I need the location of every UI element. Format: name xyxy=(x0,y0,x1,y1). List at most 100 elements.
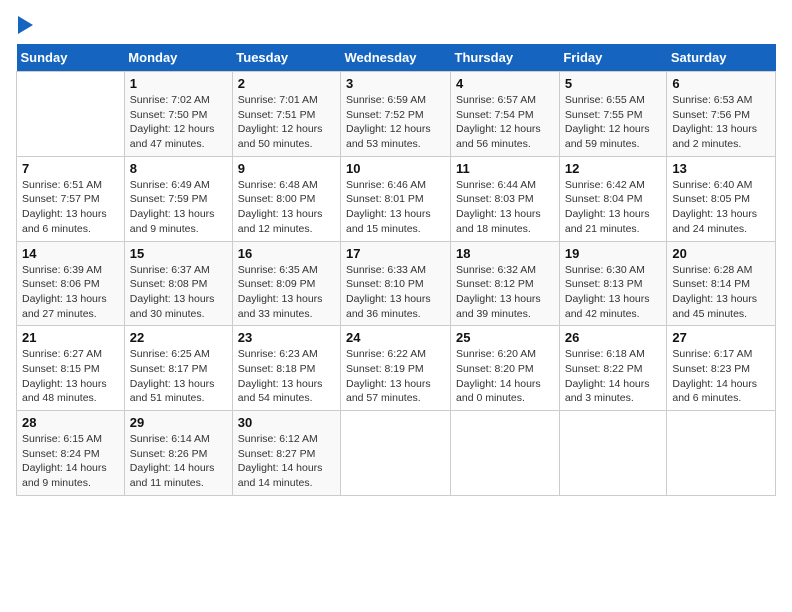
day-number: 24 xyxy=(346,330,445,345)
calendar-cell: 17 Sunrise: 6:33 AM Sunset: 8:10 PM Dayli… xyxy=(341,241,451,326)
day-info: Sunrise: 6:18 AM Sunset: 8:22 PM Dayligh… xyxy=(565,347,662,406)
calendar-week-row: 7Sunrise: 6:51 AM Sunset: 7:57 PM Daylig… xyxy=(17,156,776,241)
calendar-cell: 12 Sunrise: 6:42 AM Sunset: 8:04 PM Dayli… xyxy=(559,156,667,241)
day-info: Sunrise: 6:40 AM Sunset: 8:05 PM Dayligh… xyxy=(672,178,770,237)
calendar-cell: 25 Sunrise: 6:20 AM Sunset: 8:20 PM Dayli… xyxy=(451,326,560,411)
day-number: 27 xyxy=(672,330,770,345)
calendar-cell: 29 Sunrise: 6:14 AM Sunset: 8:26 PM Dayli… xyxy=(124,411,232,496)
calendar-cell: 9 Sunrise: 6:48 AM Sunset: 8:00 PM Daylig… xyxy=(232,156,340,241)
day-number: 28 xyxy=(22,415,119,430)
day-info: Sunrise: 6:28 AM Sunset: 8:14 PM Dayligh… xyxy=(672,263,770,322)
calendar-cell xyxy=(17,72,125,157)
day-info: Sunrise: 6:25 AM Sunset: 8:17 PM Dayligh… xyxy=(130,347,227,406)
calendar-week-row: 21Sunrise: 6:27 AM Sunset: 8:15 PM Dayli… xyxy=(17,326,776,411)
day-number: 19 xyxy=(565,246,662,261)
day-info: Sunrise: 6:39 AM Sunset: 8:06 PM Dayligh… xyxy=(22,263,119,322)
day-number: 6 xyxy=(672,76,770,91)
day-info: Sunrise: 7:01 AM Sunset: 7:51 PM Dayligh… xyxy=(238,93,335,152)
day-number: 13 xyxy=(672,161,770,176)
calendar-cell: 26Sunrise: 6:18 AM Sunset: 8:22 PM Dayli… xyxy=(559,326,667,411)
calendar-cell: 6 Sunrise: 6:53 AM Sunset: 7:56 PM Daylig… xyxy=(667,72,776,157)
calendar-cell: 4 Sunrise: 6:57 AM Sunset: 7:54 PM Daylig… xyxy=(451,72,560,157)
logo-arrow-icon xyxy=(18,16,33,34)
day-info: Sunrise: 6:37 AM Sunset: 8:08 PM Dayligh… xyxy=(130,263,227,322)
calendar-cell: 16 Sunrise: 6:35 AM Sunset: 8:09 PM Dayli… xyxy=(232,241,340,326)
calendar-cell xyxy=(667,411,776,496)
day-number: 9 xyxy=(238,161,335,176)
calendar-cell: 27 Sunrise: 6:17 AM Sunset: 8:23 PM Dayli… xyxy=(667,326,776,411)
calendar-cell: 20 Sunrise: 6:28 AM Sunset: 8:14 PM Dayli… xyxy=(667,241,776,326)
day-info: Sunrise: 6:23 AM Sunset: 8:18 PM Dayligh… xyxy=(238,347,335,406)
calendar-cell: 13 Sunrise: 6:40 AM Sunset: 8:05 PM Dayli… xyxy=(667,156,776,241)
day-number: 14 xyxy=(22,246,119,261)
day-info: Sunrise: 6:55 AM Sunset: 7:55 PM Dayligh… xyxy=(565,93,662,152)
day-info: Sunrise: 6:30 AM Sunset: 8:13 PM Dayligh… xyxy=(565,263,662,322)
day-number: 22 xyxy=(130,330,227,345)
calendar-cell xyxy=(341,411,451,496)
day-info: Sunrise: 6:49 AM Sunset: 7:59 PM Dayligh… xyxy=(130,178,227,237)
day-info: Sunrise: 7:02 AM Sunset: 7:50 PM Dayligh… xyxy=(130,93,227,152)
day-info: Sunrise: 6:17 AM Sunset: 8:23 PM Dayligh… xyxy=(672,347,770,406)
calendar-cell: 21Sunrise: 6:27 AM Sunset: 8:15 PM Dayli… xyxy=(17,326,125,411)
calendar-cell: 22 Sunrise: 6:25 AM Sunset: 8:17 PM Dayli… xyxy=(124,326,232,411)
day-number: 16 xyxy=(238,246,335,261)
day-info: Sunrise: 6:33 AM Sunset: 8:10 PM Dayligh… xyxy=(346,263,445,322)
day-info: Sunrise: 6:44 AM Sunset: 8:03 PM Dayligh… xyxy=(456,178,554,237)
calendar-table: SundayMondayTuesdayWednesdayThursdayFrid… xyxy=(16,44,776,496)
calendar-week-row: 1 Sunrise: 7:02 AM Sunset: 7:50 PM Daylig… xyxy=(17,72,776,157)
day-info: Sunrise: 6:12 AM Sunset: 8:27 PM Dayligh… xyxy=(238,432,335,491)
calendar-week-row: 28Sunrise: 6:15 AM Sunset: 8:24 PM Dayli… xyxy=(17,411,776,496)
calendar-cell: 3 Sunrise: 6:59 AM Sunset: 7:52 PM Daylig… xyxy=(341,72,451,157)
calendar-cell: 10 Sunrise: 6:46 AM Sunset: 8:01 PM Dayli… xyxy=(341,156,451,241)
day-number: 17 xyxy=(346,246,445,261)
day-number: 29 xyxy=(130,415,227,430)
day-info: Sunrise: 6:32 AM Sunset: 8:12 PM Dayligh… xyxy=(456,263,554,322)
calendar-cell: 5 Sunrise: 6:55 AM Sunset: 7:55 PM Daylig… xyxy=(559,72,667,157)
day-number: 30 xyxy=(238,415,335,430)
calendar-cell: 11 Sunrise: 6:44 AM Sunset: 8:03 PM Dayli… xyxy=(451,156,560,241)
day-info: Sunrise: 6:20 AM Sunset: 8:20 PM Dayligh… xyxy=(456,347,554,406)
weekday-header-tuesday: Tuesday xyxy=(232,44,340,72)
calendar-cell: 18 Sunrise: 6:32 AM Sunset: 8:12 PM Dayli… xyxy=(451,241,560,326)
day-info: Sunrise: 6:57 AM Sunset: 7:54 PM Dayligh… xyxy=(456,93,554,152)
day-number: 1 xyxy=(130,76,227,91)
calendar-week-row: 14 Sunrise: 6:39 AM Sunset: 8:06 PM Dayli… xyxy=(17,241,776,326)
day-info: Sunrise: 6:46 AM Sunset: 8:01 PM Dayligh… xyxy=(346,178,445,237)
day-number: 11 xyxy=(456,161,554,176)
day-number: 4 xyxy=(456,76,554,91)
day-number: 5 xyxy=(565,76,662,91)
day-number: 3 xyxy=(346,76,445,91)
day-info: Sunrise: 6:48 AM Sunset: 8:00 PM Dayligh… xyxy=(238,178,335,237)
day-number: 10 xyxy=(346,161,445,176)
day-info: Sunrise: 6:53 AM Sunset: 7:56 PM Dayligh… xyxy=(672,93,770,152)
weekday-header-sunday: Sunday xyxy=(17,44,125,72)
day-number: 18 xyxy=(456,246,554,261)
weekday-header-saturday: Saturday xyxy=(667,44,776,72)
day-number: 21 xyxy=(22,330,119,345)
weekday-header-wednesday: Wednesday xyxy=(341,44,451,72)
weekday-header-monday: Monday xyxy=(124,44,232,72)
calendar-cell xyxy=(451,411,560,496)
weekday-header-thursday: Thursday xyxy=(451,44,560,72)
weekday-header-friday: Friday xyxy=(559,44,667,72)
calendar-cell: 2 Sunrise: 7:01 AM Sunset: 7:51 PM Daylig… xyxy=(232,72,340,157)
day-number: 23 xyxy=(238,330,335,345)
day-info: Sunrise: 6:14 AM Sunset: 8:26 PM Dayligh… xyxy=(130,432,227,491)
calendar-cell xyxy=(559,411,667,496)
weekday-header-row: SundayMondayTuesdayWednesdayThursdayFrid… xyxy=(17,44,776,72)
calendar-cell: 28Sunrise: 6:15 AM Sunset: 8:24 PM Dayli… xyxy=(17,411,125,496)
day-number: 12 xyxy=(565,161,662,176)
day-info: Sunrise: 6:35 AM Sunset: 8:09 PM Dayligh… xyxy=(238,263,335,322)
day-number: 25 xyxy=(456,330,554,345)
day-number: 8 xyxy=(130,161,227,176)
day-number: 2 xyxy=(238,76,335,91)
logo xyxy=(16,16,33,34)
calendar-cell: 30 Sunrise: 6:12 AM Sunset: 8:27 PM Dayli… xyxy=(232,411,340,496)
day-info: Sunrise: 6:51 AM Sunset: 7:57 PM Dayligh… xyxy=(22,178,119,237)
calendar-cell: 8 Sunrise: 6:49 AM Sunset: 7:59 PM Daylig… xyxy=(124,156,232,241)
calendar-cell: 7Sunrise: 6:51 AM Sunset: 7:57 PM Daylig… xyxy=(17,156,125,241)
day-info: Sunrise: 6:59 AM Sunset: 7:52 PM Dayligh… xyxy=(346,93,445,152)
day-info: Sunrise: 6:42 AM Sunset: 8:04 PM Dayligh… xyxy=(565,178,662,237)
day-number: 20 xyxy=(672,246,770,261)
calendar-cell: 15Sunrise: 6:37 AM Sunset: 8:08 PM Dayli… xyxy=(124,241,232,326)
